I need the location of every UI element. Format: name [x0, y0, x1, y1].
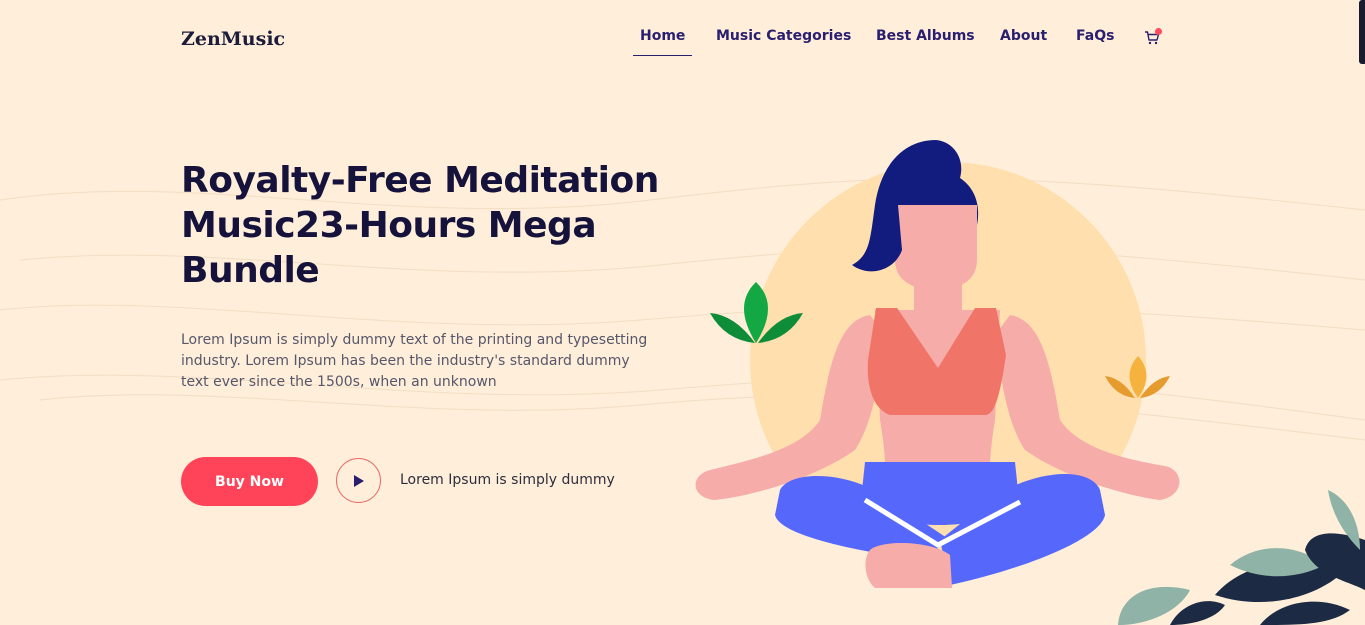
brand-logo[interactable]: ZenMusic: [181, 28, 285, 50]
decorative-leaves: [1118, 490, 1365, 625]
nav-about[interactable]: About: [1000, 28, 1047, 44]
shopping-cart-icon[interactable]: [1144, 28, 1164, 50]
nav-best-albums[interactable]: Best Albums: [876, 28, 975, 44]
buy-now-button[interactable]: Buy Now: [181, 457, 318, 506]
nav-music-categories[interactable]: Music Categories: [716, 28, 851, 44]
play-icon: [354, 475, 364, 487]
cart-badge-dot: [1155, 28, 1162, 35]
play-button[interactable]: [336, 458, 381, 503]
hero-description: Lorem Ipsum is simply dummy text of the …: [181, 332, 648, 390]
hero-title: Royalty-Free Meditation Music23-Hours Me…: [181, 160, 659, 291]
scrollbar-thumb[interactable]: [1359, 0, 1365, 64]
play-caption: Lorem Ipsum is simply dummy: [400, 472, 615, 488]
nav-faqs[interactable]: FaQs: [1076, 28, 1114, 44]
nav-home[interactable]: Home: [632, 28, 693, 56]
